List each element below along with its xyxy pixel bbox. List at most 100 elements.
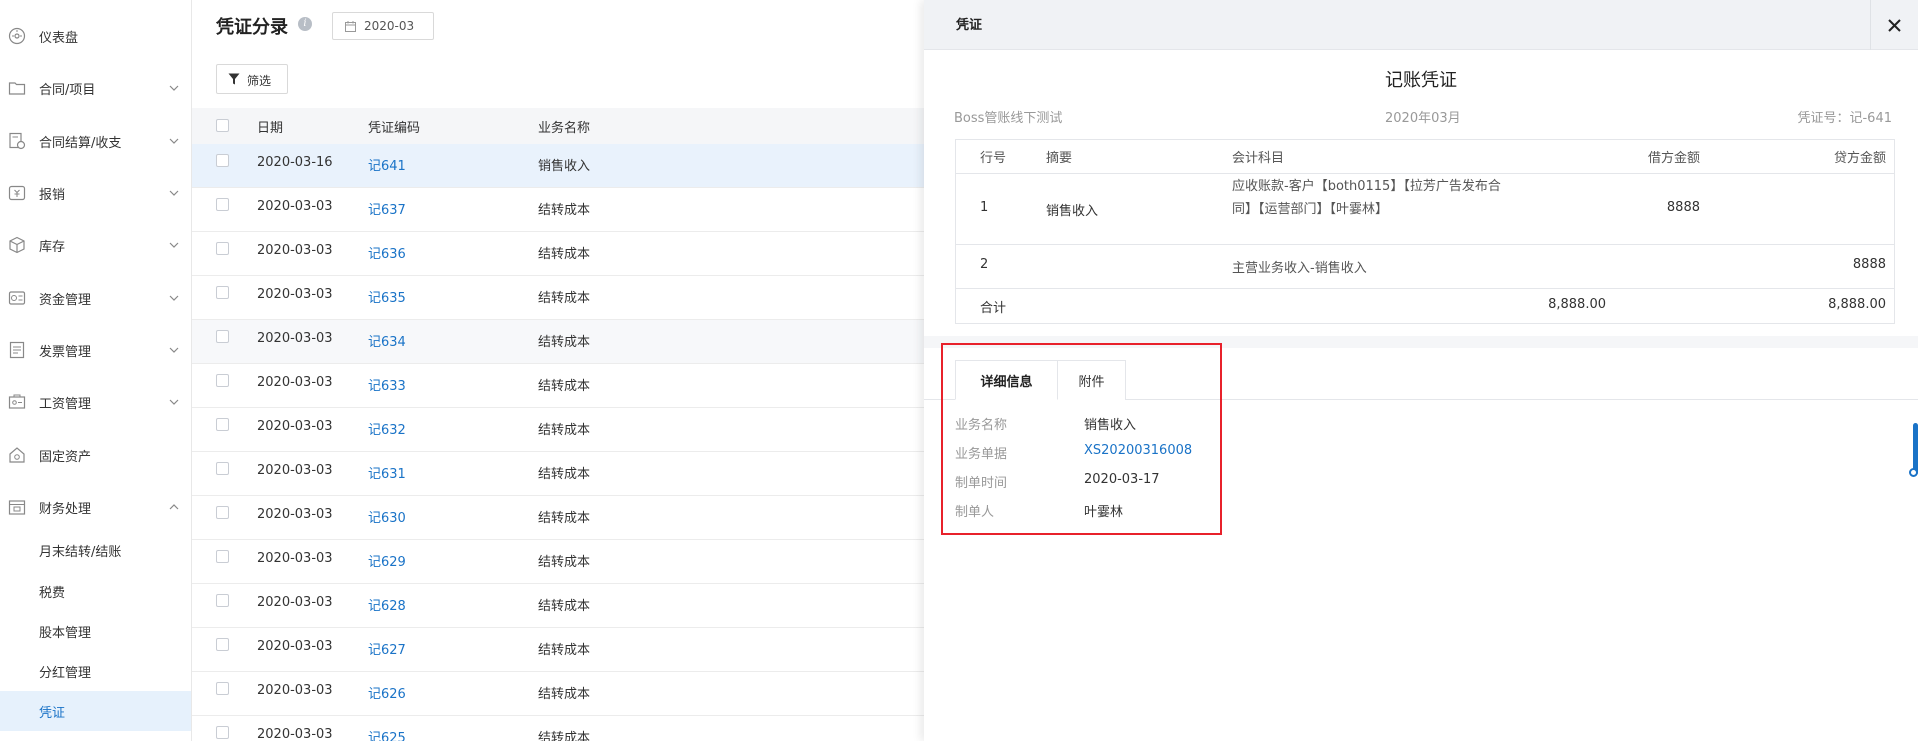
table-row[interactable]: 2020-03-03 记633 结转成本 xyxy=(192,364,924,408)
sidebar-subitem-label: 月末结转/结账 xyxy=(39,544,122,560)
close-button[interactable] xyxy=(1870,0,1918,50)
month-picker-value: 2020-03 xyxy=(364,19,415,33)
row-checkbox[interactable] xyxy=(216,682,229,695)
voucher-code-link[interactable]: 记634 xyxy=(368,331,406,350)
voucher-code-link[interactable]: 记628 xyxy=(368,595,406,614)
salary-icon xyxy=(8,393,26,411)
reimburse-icon xyxy=(8,184,26,202)
tab-attachments[interactable]: 附件 xyxy=(1058,360,1126,400)
row-checkbox[interactable] xyxy=(216,286,229,299)
month-picker[interactable]: 2020-03 xyxy=(332,12,434,40)
sidebar-subitem-label: 股本管理 xyxy=(39,625,92,641)
voucher-code-link[interactable]: 记625 xyxy=(368,727,406,741)
sidebar-item[interactable]: 工资管理 xyxy=(0,382,191,422)
row-business-name: 结转成本 xyxy=(538,599,591,614)
chevron-down-icon xyxy=(169,399,179,405)
voucher-entry-table: 行号 摘要 会计科目 借方金额 贷方金额 1 销售收入 应收账款-客户【both… xyxy=(955,139,1895,324)
business-document-link[interactable]: XS20200316008 xyxy=(1084,443,1192,458)
row-checkbox[interactable] xyxy=(216,198,229,211)
row-business-name: 结转成本 xyxy=(538,643,591,658)
voucher-number: 凭证号：记-641 xyxy=(1797,111,1892,126)
table-row[interactable]: 2020-03-03 记626 结转成本 xyxy=(192,672,924,716)
sidebar-item[interactable]: 发票管理 xyxy=(0,330,191,370)
voucher-code-link[interactable]: 记627 xyxy=(368,639,406,658)
sidebar-item[interactable]: 报销 xyxy=(0,173,191,213)
voucher-code-link[interactable]: 记632 xyxy=(368,419,406,438)
sidebar-item[interactable]: 财务处理 xyxy=(0,487,191,527)
row-business-name: 销售收入 xyxy=(538,159,591,174)
voucher-drawer: 凭证 记账凭证 Boss管账线下测试 2020年03月 凭证号：记-641 行号… xyxy=(924,0,1918,741)
row-checkbox[interactable] xyxy=(216,374,229,387)
voucher-code-link[interactable]: 记629 xyxy=(368,551,406,570)
voucher-code-link[interactable]: 记641 xyxy=(368,155,406,174)
table-row[interactable]: 2020-03-03 记636 结转成本 xyxy=(192,232,924,276)
sidebar-item[interactable]: 合同结算/收支 xyxy=(0,121,191,161)
sidebar-item[interactable]: 库存 xyxy=(0,225,191,265)
voucher-code-link[interactable]: 记631 xyxy=(368,463,406,482)
voucher-code-link[interactable]: 记636 xyxy=(368,243,406,262)
entry-header-account: 会计科目 xyxy=(1232,151,1285,166)
row-checkbox[interactable] xyxy=(216,462,229,475)
sidebar-item-label: 库存 xyxy=(39,239,66,255)
entry-total-debit: 8,888.00 xyxy=(1548,297,1606,312)
row-checkbox[interactable] xyxy=(216,242,229,255)
row-checkbox[interactable] xyxy=(216,638,229,651)
sidebar-item[interactable]: 仪表盘 xyxy=(0,16,191,56)
table-row[interactable]: 2020-03-03 记629 结转成本 xyxy=(192,540,924,584)
row-checkbox[interactable] xyxy=(216,418,229,431)
row-checkbox[interactable] xyxy=(216,154,229,167)
drawer-title: 凭证 xyxy=(956,18,983,33)
table-row[interactable]: 2020-03-03 记630 结转成本 xyxy=(192,496,924,540)
finance-icon xyxy=(8,498,26,516)
scrollbar-handle[interactable] xyxy=(1909,468,1918,477)
row-business-name: 结转成本 xyxy=(538,511,591,526)
voucher-code-link[interactable]: 记626 xyxy=(368,683,406,702)
sidebar-item[interactable]: 合同/项目 xyxy=(0,68,191,108)
filter-button[interactable]: 筛选 xyxy=(216,64,288,94)
row-checkbox[interactable] xyxy=(216,550,229,563)
table-row[interactable]: 2020-03-03 记625 结转成本 xyxy=(192,716,924,741)
table-row[interactable]: 2020-03-03 记634 结转成本 xyxy=(192,320,924,364)
row-checkbox[interactable] xyxy=(216,330,229,343)
table-row[interactable]: 2020-03-03 记632 结转成本 xyxy=(192,408,924,452)
sidebar: 仪表盘合同/项目合同结算/收支 报销库存资金管理发票管理工资管理固定资产财务处理月… xyxy=(0,0,192,741)
sidebar-subitem[interactable]: 股本管理 xyxy=(0,611,191,651)
entry-account: 主营业务收入-销售收入 xyxy=(1232,261,1367,276)
sidebar-item[interactable]: 固定资产 xyxy=(0,435,191,475)
entry-row: 2 主营业务收入-销售收入 8888 xyxy=(956,245,1894,289)
folder-icon xyxy=(8,79,26,97)
voucher-code-link[interactable]: 记633 xyxy=(368,375,406,394)
entry-line-number: 1 xyxy=(980,200,989,215)
row-checkbox[interactable] xyxy=(216,594,229,607)
table-row[interactable]: 2020-03-03 记635 结转成本 xyxy=(192,276,924,320)
info-icon[interactable]: i xyxy=(298,17,312,31)
table-row[interactable]: 2020-03-03 记631 结转成本 xyxy=(192,452,924,496)
sidebar-subitem[interactable]: 凭证 xyxy=(0,691,191,731)
sidebar-subitem[interactable]: 分红管理 xyxy=(0,651,191,691)
row-business-name: 结转成本 xyxy=(538,335,591,350)
row-date: 2020-03-03 xyxy=(257,727,333,741)
entry-debit: 8888 xyxy=(1666,200,1700,215)
row-checkbox[interactable] xyxy=(216,506,229,519)
sidebar-subitem[interactable]: 月末结转/结账 xyxy=(0,530,191,570)
sidebar-item[interactable]: 资金管理 xyxy=(0,278,191,318)
table-row[interactable]: 2020-03-03 记628 结转成本 xyxy=(192,584,924,628)
sidebar-item-label: 合同/项目 xyxy=(39,82,96,98)
voucher-code-link[interactable]: 记637 xyxy=(368,199,406,218)
column-header-name: 业务名称 xyxy=(538,121,591,136)
table-row[interactable]: 2020-03-16 记641 销售收入 xyxy=(192,144,924,188)
row-business-name: 结转成本 xyxy=(538,555,591,570)
row-date: 2020-03-03 xyxy=(257,551,333,566)
tab-details[interactable]: 详细信息 xyxy=(955,360,1058,400)
filter-button-label: 筛选 xyxy=(247,74,272,88)
voucher-code-link[interactable]: 记630 xyxy=(368,507,406,526)
table-row[interactable]: 2020-03-03 记637 结转成本 xyxy=(192,188,924,232)
voucher-code-link[interactable]: 记635 xyxy=(368,287,406,306)
table-row[interactable]: 2020-03-03 记627 结转成本 xyxy=(192,628,924,672)
sidebar-item-label: 发票管理 xyxy=(39,344,92,360)
select-all-checkbox[interactable] xyxy=(216,119,229,132)
row-checkbox[interactable] xyxy=(216,726,229,739)
sidebar-subitem-label: 凭证 xyxy=(39,705,66,721)
sidebar-subitem[interactable]: 税费 xyxy=(0,571,191,611)
row-date: 2020-03-03 xyxy=(257,639,333,654)
